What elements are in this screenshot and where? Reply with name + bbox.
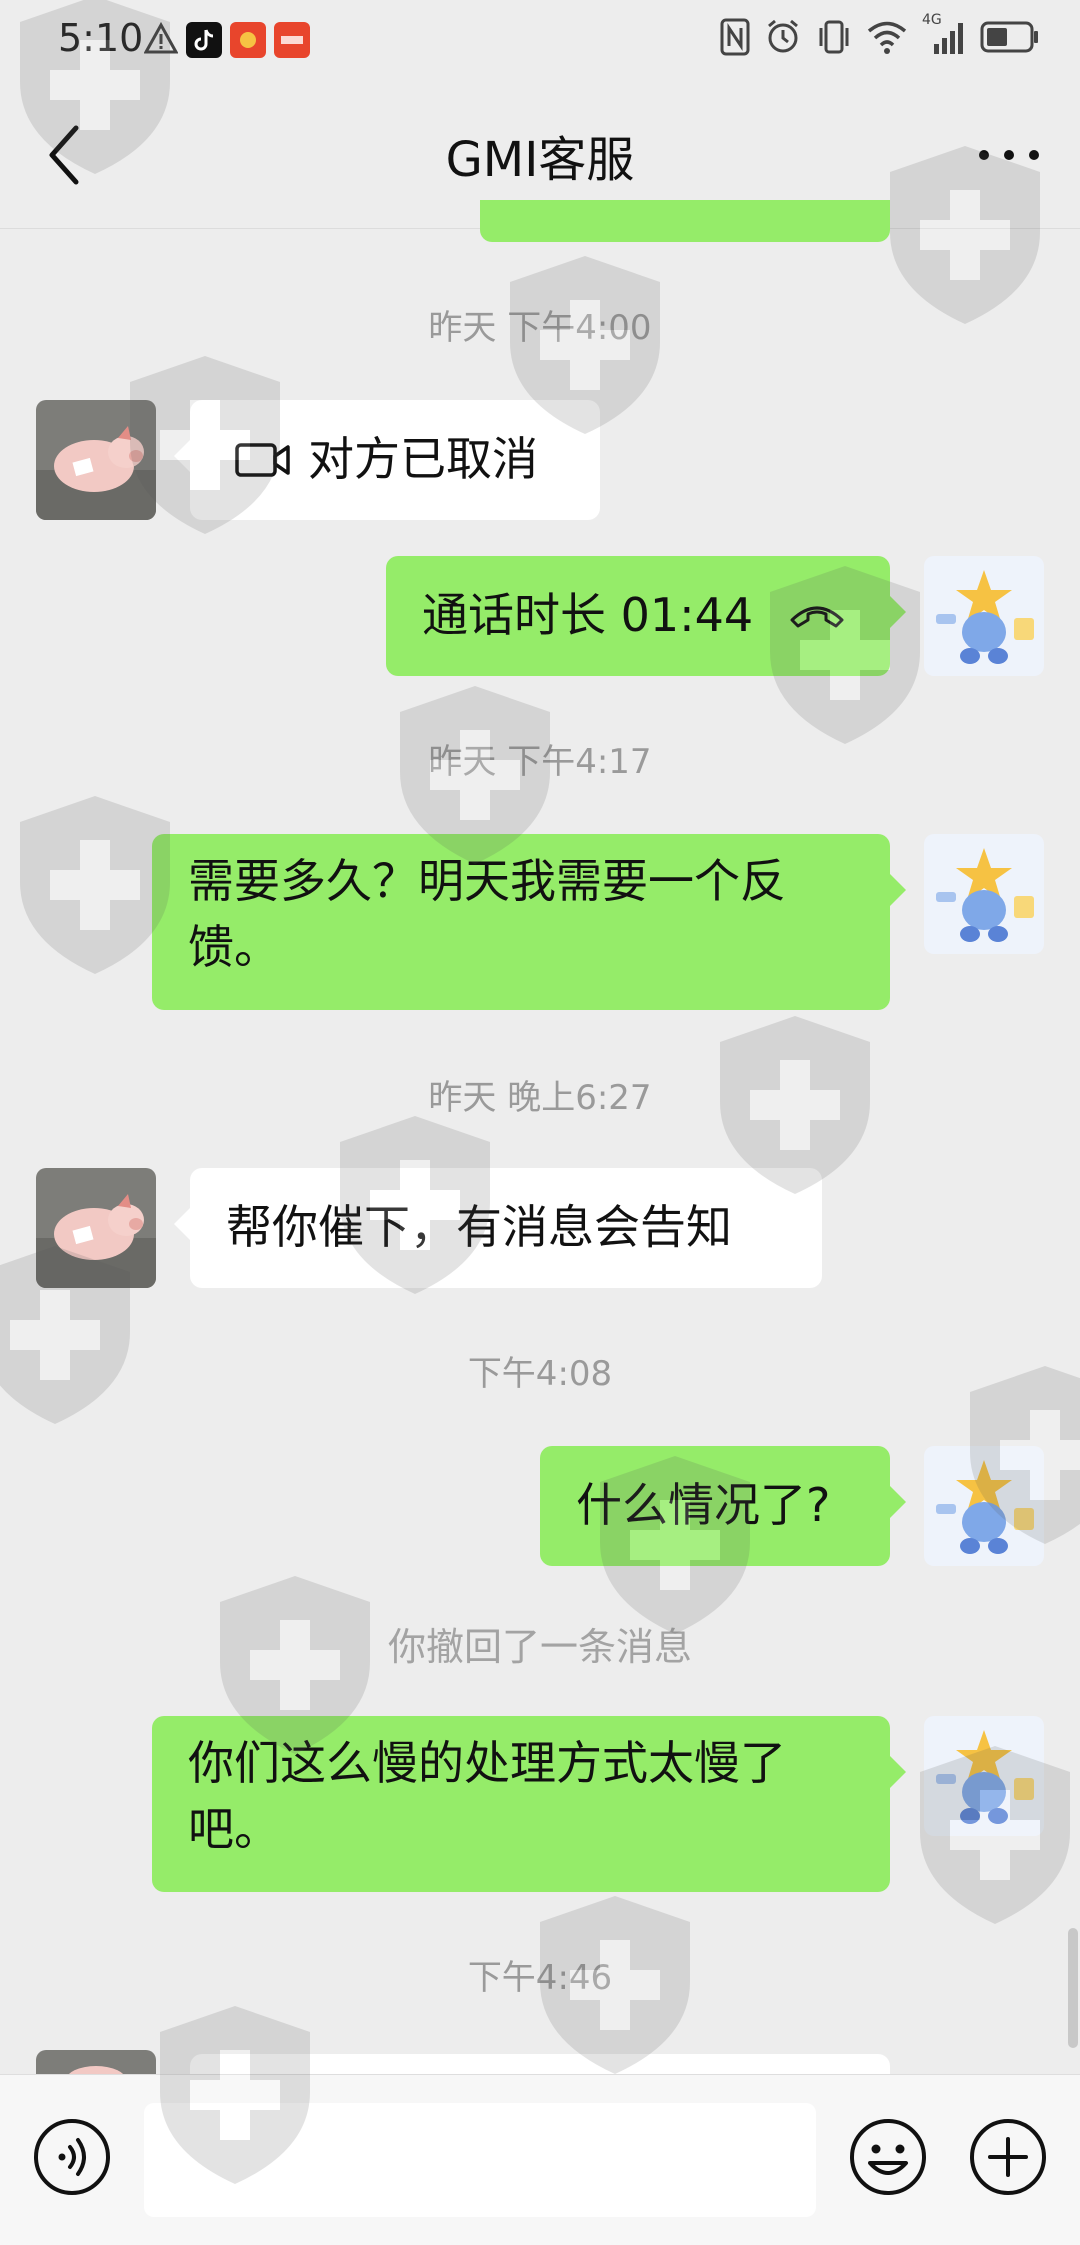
status-time: 5:10 — [58, 16, 144, 60]
chat-title: GMI客服 — [445, 132, 635, 188]
partial-received-bubble — [190, 2054, 890, 2074]
timestamp: 昨天 下午4:00 — [428, 308, 652, 348]
news-app-icon — [274, 22, 310, 58]
contact-avatar[interactable] — [36, 1168, 156, 1288]
input-bar — [0, 2074, 1080, 2245]
my-avatar[interactable] — [924, 1716, 1044, 1836]
message-text: 什么情况了? — [576, 1478, 831, 1532]
voice-input-button[interactable] — [32, 2117, 112, 2197]
timestamp: 下午4:08 — [467, 1354, 613, 1394]
video-call-icon — [235, 443, 290, 477]
message-text: 你们这么慢的处理方式太慢了吧。 — [188, 1736, 786, 1856]
timestamp: 下午4:46 — [467, 1958, 613, 1998]
sent-message-bubble[interactable]: 什么情况了? — [540, 1446, 906, 1566]
scrollbar-thumb[interactable] — [1068, 1928, 1078, 2048]
video-call-status: 对方已取消 — [308, 432, 538, 486]
more-functions-button[interactable] — [968, 2117, 1048, 2197]
battery-icon — [980, 21, 1038, 53]
contact-avatar[interactable] — [36, 400, 156, 520]
contact-avatar[interactable] — [36, 2050, 156, 2074]
timestamp: 昨天 下午4:17 — [428, 742, 652, 782]
wifi-icon — [867, 21, 907, 54]
tiktok-app-icon — [186, 22, 222, 58]
my-avatar[interactable] — [924, 556, 1044, 676]
cellular-signal-icon: 4G — [922, 12, 966, 56]
my-avatar[interactable] — [924, 1446, 1044, 1566]
received-video-call-bubble[interactable]: 对方已取消 — [174, 400, 600, 520]
message-text: 帮你催下，有消息会告知 — [226, 1200, 732, 1254]
vibrate-icon — [819, 20, 849, 54]
sent-message-bubble[interactable]: 需要多久？明天我需要一个反馈。 — [152, 834, 906, 1010]
emoji-button[interactable] — [848, 2117, 928, 2197]
warning-icon — [144, 22, 178, 54]
received-message-bubble[interactable]: 帮你催下，有消息会告知 — [174, 1168, 822, 1288]
sent-call-duration-bubble[interactable]: 通话时长 01:44 — [386, 556, 906, 676]
message-text: 需要多久？明天我需要一个反馈。 — [188, 854, 786, 974]
status-right-icons: 4G — [720, 12, 1040, 56]
status-bar: 5:10 4G — [0, 0, 1080, 80]
alarm-icon — [768, 19, 798, 53]
sent-message-bubble[interactable]: 你们这么慢的处理方式太慢了吧。 — [152, 1716, 906, 1892]
partial-sent-bubble — [480, 200, 890, 242]
timestamp: 昨天 晚上6:27 — [428, 1078, 652, 1118]
hangup-phone-icon — [790, 606, 844, 628]
call-duration-text: 通话时长 01:44 — [422, 588, 754, 642]
more-options-button[interactable] — [974, 128, 1044, 182]
recall-notice: 你撤回了一条消息 — [387, 1625, 692, 1669]
nfc-icon — [720, 18, 750, 56]
my-avatar[interactable] — [924, 834, 1044, 954]
message-input[interactable] — [144, 2103, 816, 2217]
red-packet-app-icon — [230, 22, 266, 58]
